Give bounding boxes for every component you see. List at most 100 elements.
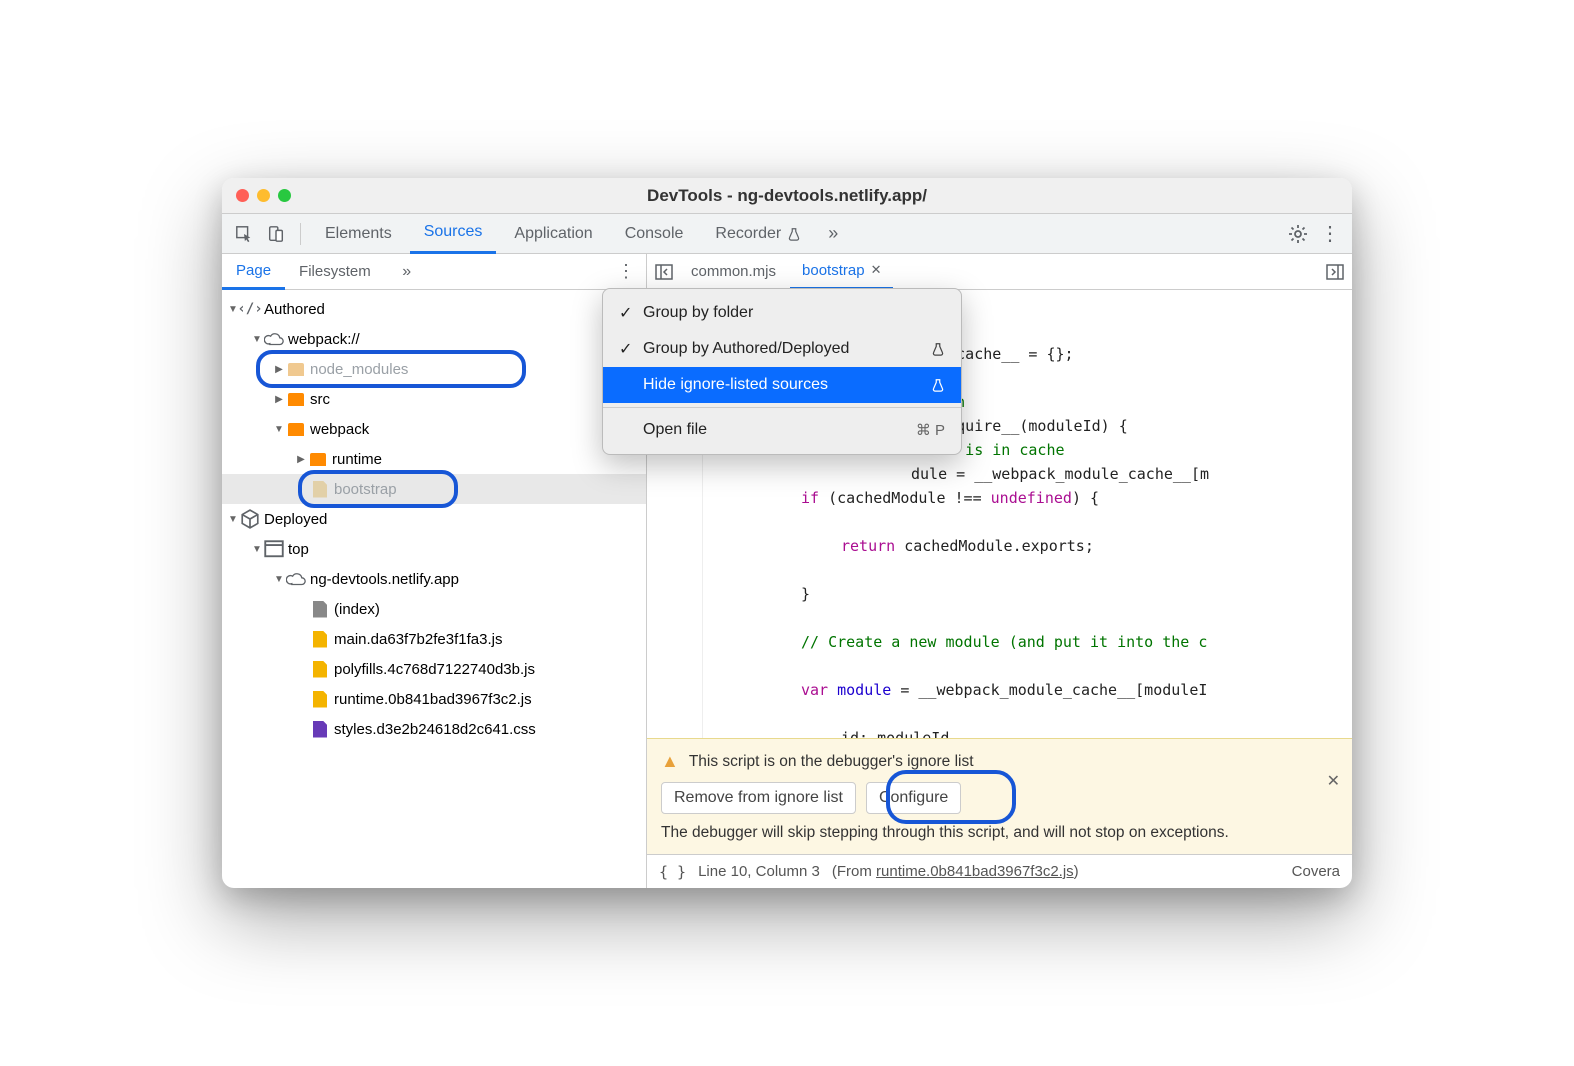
file-icon	[313, 631, 327, 648]
warning-title: This script is on the debugger's ignore …	[689, 753, 974, 771]
tree-label: top	[288, 541, 309, 558]
menu-label: Group by folder	[643, 304, 753, 322]
tree-label: bootstrap	[334, 481, 397, 498]
folder-icon	[310, 453, 326, 466]
menu-label: Open file	[643, 421, 707, 439]
minimize-window-button[interactable]	[257, 189, 270, 202]
tree-webpack-root[interactable]: webpack://	[222, 324, 646, 354]
menu-shortcut: ⌘ P	[916, 421, 945, 439]
menu-group-by-folder[interactable]: ✓ Group by folder	[603, 295, 961, 331]
tree-file[interactable]: runtime.0b841bad3967f3c2.js	[222, 684, 646, 714]
folder-icon	[288, 393, 304, 406]
file-icon	[313, 661, 327, 678]
tree-authored[interactable]: ‹/› Authored	[222, 294, 646, 324]
sidebar-kebab-icon[interactable]: ⋮	[612, 258, 640, 286]
folder-icon	[288, 363, 304, 376]
format-braces-icon[interactable]: { }	[659, 863, 686, 881]
tree-label: webpack://	[288, 331, 360, 348]
tree-label: runtime.0b841bad3967f3c2.js	[334, 691, 532, 708]
tree-label: styles.d3e2b24618d2c641.css	[334, 721, 536, 738]
sources-sidebar: Page Filesystem » ⋮ ‹/› Authored webpa	[222, 254, 647, 888]
toolbar-separator	[300, 223, 301, 245]
tree-host[interactable]: ng-devtools.netlify.app	[222, 564, 646, 594]
tree-label: ng-devtools.netlify.app	[310, 571, 459, 588]
status-bar: { } Line 10, Column 3 (From runtime.0b84…	[647, 854, 1352, 888]
menu-hide-ignore-listed[interactable]: Hide ignore-listed sources	[603, 367, 961, 403]
file-icon	[313, 721, 327, 738]
menu-label: Group by Authored/Deployed	[643, 340, 849, 358]
tree-bootstrap-file[interactable]: bootstrap	[222, 474, 646, 504]
tree-label: Authored	[264, 301, 325, 318]
tree-label: polyfills.4c768d7122740d3b.js	[334, 661, 535, 678]
editor-tab-bootstrap[interactable]: bootstrap ✕	[790, 254, 893, 290]
close-tab-icon[interactable]: ✕	[871, 262, 882, 278]
tree-label: Deployed	[264, 511, 327, 528]
tab-console[interactable]: Console	[611, 214, 698, 254]
tab-recorder-label: Recorder	[715, 225, 781, 243]
coverage-label: Covera	[1292, 863, 1340, 880]
window-title: DevTools - ng-devtools.netlify.app/	[236, 186, 1338, 206]
cloud-icon	[286, 572, 306, 585]
traffic-lights	[236, 189, 291, 202]
tree-deployed[interactable]: Deployed	[222, 504, 646, 534]
tree-src[interactable]: src	[222, 384, 646, 414]
check-icon: ✓	[619, 339, 635, 359]
settings-gear-icon[interactable]	[1284, 220, 1312, 248]
tree-label: node_modules	[310, 361, 408, 378]
tab-recorder[interactable]: Recorder	[701, 214, 815, 254]
warning-icon: ▲	[661, 751, 679, 772]
toggle-debugger-icon[interactable]	[1322, 259, 1348, 285]
inspect-element-icon[interactable]	[230, 220, 258, 248]
file-icon	[313, 481, 327, 498]
toggle-navigator-icon[interactable]	[651, 259, 677, 285]
tree-index-file[interactable]: (index)	[222, 594, 646, 624]
devtools-window: DevTools - ng-devtools.netlify.app/ Elem…	[222, 178, 1352, 888]
flask-icon	[931, 342, 945, 356]
editor-tab-common[interactable]: common.mjs	[679, 254, 788, 290]
close-window-button[interactable]	[236, 189, 249, 202]
menu-open-file[interactable]: Open file ⌘ P	[603, 412, 961, 448]
main-toolbar: Elements Sources Application Console Rec…	[222, 214, 1352, 254]
sources-context-menu: ✓ Group by folder ✓ Group by Authored/De…	[602, 288, 962, 455]
sidebar-tab-filesystem[interactable]: Filesystem	[285, 254, 385, 290]
device-toolbar-icon[interactable]	[262, 220, 290, 248]
tree-node-modules[interactable]: node_modules	[222, 354, 646, 384]
tab-sources[interactable]: Sources	[410, 214, 497, 254]
flask-icon	[787, 227, 801, 241]
titlebar: DevTools - ng-devtools.netlify.app/	[222, 178, 1352, 214]
tree-webpack-folder[interactable]: webpack	[222, 414, 646, 444]
tree-label: webpack	[310, 421, 369, 438]
menu-separator	[603, 407, 961, 408]
maximize-window-button[interactable]	[278, 189, 291, 202]
code-brackets-icon: ‹/›	[240, 301, 260, 317]
tree-file[interactable]: styles.d3e2b24618d2c641.css	[222, 714, 646, 744]
tab-application[interactable]: Application	[500, 214, 606, 254]
editor-tabs: common.mjs bootstrap ✕	[647, 254, 1352, 290]
sidebar-more-tabs-icon[interactable]: »	[393, 258, 421, 286]
tree-label: (index)	[334, 601, 380, 618]
folder-icon	[288, 423, 304, 436]
remove-from-ignore-button[interactable]: Remove from ignore list	[661, 782, 856, 814]
file-tree: ‹/› Authored webpack:// node_modules	[222, 290, 646, 888]
box-icon	[240, 509, 260, 529]
tree-label: main.da63f7b2fe3f1fa3.js	[334, 631, 502, 648]
configure-button[interactable]: Configure	[866, 782, 961, 814]
ignore-list-warning: ▲ This script is on the debugger's ignor…	[647, 738, 1352, 854]
tree-label: src	[310, 391, 330, 408]
tree-runtime-folder[interactable]: runtime	[222, 444, 646, 474]
tree-label: runtime	[332, 451, 382, 468]
menu-group-authored-deployed[interactable]: ✓ Group by Authored/Deployed	[603, 331, 961, 367]
more-tabs-icon[interactable]: »	[819, 220, 847, 248]
sidebar-tab-page[interactable]: Page	[222, 254, 285, 290]
cloud-icon	[264, 332, 284, 345]
kebab-menu-icon[interactable]: ⋮	[1316, 220, 1344, 248]
tree-file[interactable]: main.da63f7b2fe3f1fa3.js	[222, 624, 646, 654]
editor-tab-label: bootstrap	[802, 262, 865, 279]
status-source-link[interactable]: runtime.0b841bad3967f3c2.js	[876, 863, 1074, 880]
tree-top[interactable]: top	[222, 534, 646, 564]
tree-file[interactable]: polyfills.4c768d7122740d3b.js	[222, 654, 646, 684]
status-from: (From runtime.0b841bad3967f3c2.js)	[832, 863, 1079, 880]
tab-elements[interactable]: Elements	[311, 214, 406, 254]
file-icon	[313, 691, 327, 708]
file-icon	[313, 601, 327, 618]
